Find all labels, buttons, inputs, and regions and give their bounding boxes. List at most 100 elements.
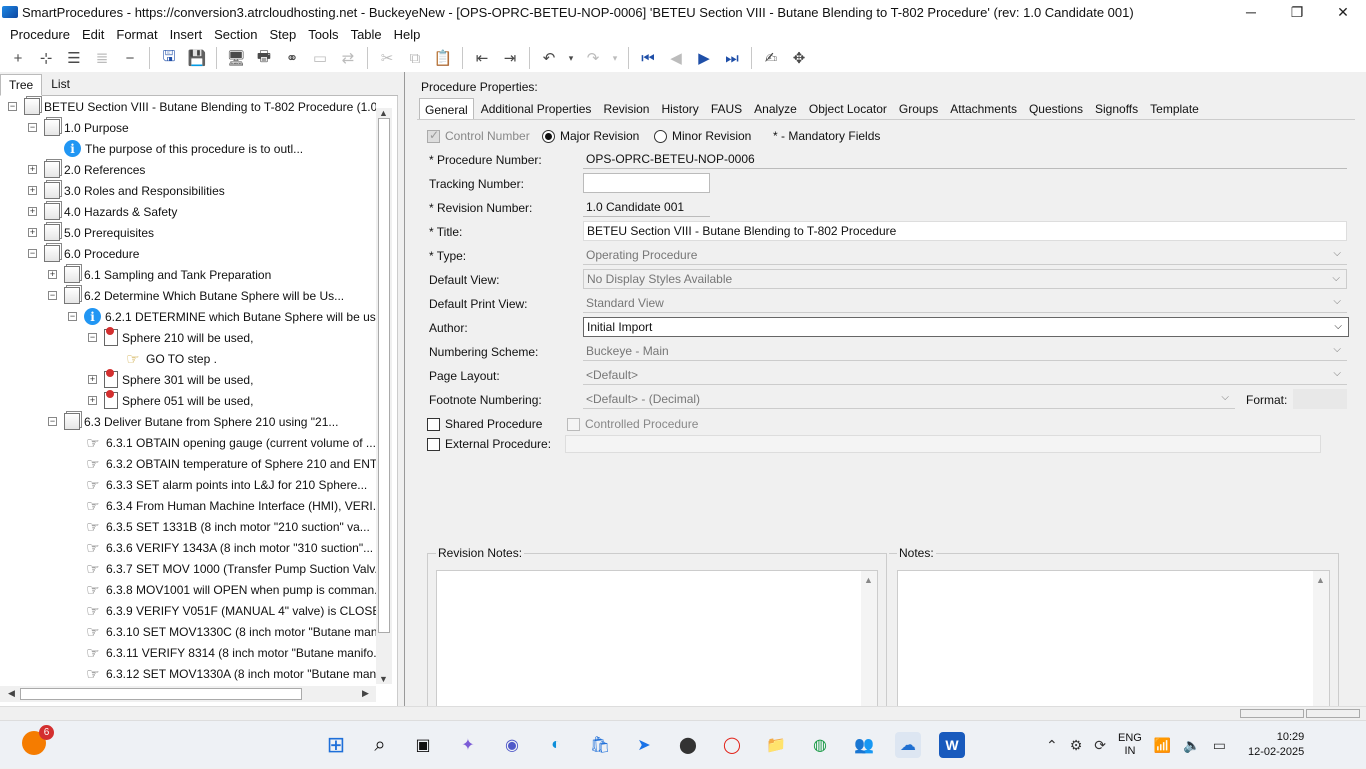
sync-icon[interactable]: ⟳	[1094, 737, 1106, 754]
tree-node[interactable]: ☞ 6.3.5 SET 1331B (8 inch motor "210 suct…	[68, 516, 370, 537]
language-indicator[interactable]: ENG IN	[1118, 732, 1142, 758]
tab-questions[interactable]: Questions	[1024, 98, 1088, 120]
next-icon[interactable]: ▶	[693, 47, 715, 69]
numbering-scheme-select[interactable]: Buckeye - Main ⌵	[583, 341, 1347, 361]
outdent-icon[interactable]: ⇤	[471, 47, 493, 69]
tree-node[interactable]: ☞ 6.3.8 MOV1001 will OPEN when pump is co…	[68, 579, 376, 600]
edge-icon[interactable]: ◐	[543, 732, 569, 758]
controlled-procedure-checkbox[interactable]	[567, 417, 580, 431]
tree-node[interactable]: ☞ 6.3.3 SET alarm points into L&J for 210…	[68, 474, 367, 495]
collapse-icon[interactable]: −	[28, 123, 37, 132]
remove-icon[interactable]: −	[119, 47, 141, 69]
procedure-number-field[interactable]: OPS-OPRC-BETEU-NOP-0006	[583, 149, 1347, 169]
form-icon[interactable]: ▭	[309, 47, 331, 69]
undo-dropdown-icon[interactable]: ▾	[566, 47, 576, 69]
list-icon[interactable]: ☰	[63, 47, 85, 69]
tree-node[interactable]: − 1.0 Purpose	[28, 117, 129, 138]
print-icon[interactable]: 🖶	[253, 47, 275, 69]
people-icon[interactable]: 👥	[851, 732, 877, 758]
restore-button[interactable]: ❐	[1274, 4, 1320, 21]
minor-revision-radio[interactable]	[654, 129, 667, 143]
copy-icon[interactable]: ⧉	[404, 47, 426, 69]
tree-node[interactable]: − BETEU Section VIII - Butane Blending to…	[8, 96, 376, 117]
collapse-icon[interactable]: −	[28, 249, 37, 258]
author-select[interactable]: Initial Import ⌵	[583, 317, 1349, 337]
type-select[interactable]: Operating Procedure ⌵	[583, 245, 1347, 265]
menu-edit[interactable]: Edit	[76, 27, 110, 42]
teams-icon[interactable]: ◉	[499, 732, 525, 758]
tab-signoffs[interactable]: Signoffs	[1090, 98, 1143, 120]
menu-help[interactable]: Help	[388, 27, 427, 42]
menu-format[interactable]: Format	[110, 27, 163, 42]
scroll-thumb[interactable]	[378, 118, 390, 633]
first-icon[interactable]: ⏮	[637, 47, 659, 69]
tree-node[interactable]: ☞ 6.3.6 VERIFY 1343A (8 inch motor "310 s…	[68, 537, 373, 558]
scroll-down-icon[interactable]: ▼	[379, 674, 388, 684]
expand-icon[interactable]: +	[28, 186, 37, 195]
scroll-left-icon[interactable]: ◀	[8, 688, 15, 699]
wifi-icon[interactable]: 📶	[1154, 737, 1171, 754]
menu-insert[interactable]: Insert	[164, 27, 209, 42]
file-explorer-icon[interactable]: 📁	[763, 732, 789, 758]
tree-node[interactable]: − i 6.2.1 DETERMINE which Butane Sphere wi…	[68, 306, 376, 327]
tab-groups[interactable]: Groups	[894, 98, 943, 120]
paste-icon[interactable]: 📋	[432, 47, 454, 69]
redo-icon[interactable]: ↷	[582, 47, 604, 69]
network-app-icon[interactable]: ⚙	[1070, 737, 1083, 754]
menu-step[interactable]: Step	[263, 27, 302, 42]
expand-icon[interactable]: +	[28, 207, 37, 216]
indent-icon[interactable]: ⇥	[499, 47, 521, 69]
tree-node[interactable]: +5.0 Prerequisites	[28, 222, 154, 243]
minimize-button[interactable]: ─	[1228, 4, 1274, 20]
tree-node[interactable]: ☞ 6.3.10 SET MOV1330C (8 inch motor "Buta…	[68, 621, 376, 642]
clock[interactable]: 10:29 12-02-2025	[1248, 730, 1304, 760]
collapse-icon[interactable]: −	[8, 102, 17, 111]
tab-tree[interactable]: Tree	[0, 74, 43, 96]
tab-template[interactable]: Template	[1145, 98, 1204, 120]
tree-node[interactable]: +6.1 Sampling and Tank Preparation	[48, 264, 271, 285]
spell-check-icon[interactable]: ✍	[760, 47, 782, 69]
transfer-icon[interactable]: ⇄	[337, 47, 359, 69]
default-view-select[interactable]: No Display Styles Available ⌵	[583, 269, 1347, 289]
add-child-icon[interactable]: ⊹	[35, 47, 57, 69]
menu-section[interactable]: Section	[208, 27, 263, 42]
tree-node[interactable]: + Sphere 051 will be used,	[88, 390, 253, 411]
list-disabled-icon[interactable]: ≣	[91, 47, 113, 69]
search-icon[interactable]: ⌕	[367, 732, 393, 758]
page-layout-select[interactable]: <Default> ⌵	[583, 365, 1347, 385]
tab-additional-properties[interactable]: Additional Properties	[476, 98, 597, 120]
volume-icon[interactable]: 🔈	[1183, 737, 1200, 754]
tree-node[interactable]: ☞ 6.3.2 OBTAIN temperature of Sphere 210 …	[68, 453, 376, 474]
tab-list[interactable]: List	[42, 73, 79, 95]
widgets-icon[interactable]: 6	[22, 725, 54, 755]
collapse-icon[interactable]: −	[48, 291, 57, 300]
tree-node[interactable]: +2.0 References	[28, 159, 145, 180]
tree-node[interactable]: − 6.3 Deliver Butane from Sphere 210 usin…	[48, 411, 338, 432]
scroll-up-icon[interactable]: ▲	[864, 575, 873, 585]
undo-icon[interactable]: ↶	[538, 47, 560, 69]
external-procedure-checkbox[interactable]	[427, 437, 440, 451]
tree-node[interactable]: − 6.0 Procedure	[28, 243, 139, 264]
tree-node[interactable]: + Sphere 301 will be used,	[88, 369, 253, 390]
tree-node[interactable]: ☞ 6.3.1 OBTAIN opening gauge (current vol…	[68, 432, 376, 453]
previous-icon[interactable]: ◀	[665, 47, 687, 69]
title-field[interactable]: BETEU Section VIII - Butane Blending to …	[583, 221, 1347, 241]
chevron-up-icon[interactable]: ⌃	[1046, 737, 1058, 754]
revision-notes-scrollbar[interactable]: ▲	[861, 571, 877, 711]
chrome-icon[interactable]: ◍	[807, 732, 833, 758]
default-print-view-select[interactable]: Standard View ⌵	[583, 293, 1347, 313]
tree-node[interactable]: ☞ 6.3.9 VERIFY V051F (MANUAL 4" valve) is…	[68, 600, 376, 621]
tree-node[interactable]: ☞ 6.3.7 SET MOV 1000 (Transfer Pump Sucti…	[68, 558, 376, 579]
tracking-number-field[interactable]	[583, 173, 710, 193]
tree-node[interactable]: ☞ GO TO step .	[108, 348, 217, 369]
revision-notes-textarea[interactable]: ▲	[436, 570, 878, 712]
shared-procedure-checkbox[interactable]	[427, 417, 440, 431]
tree-node[interactable]: i The purpose of this procedure is to out…	[48, 138, 303, 159]
scroll-up-icon[interactable]: ▲	[379, 108, 388, 118]
link-icon[interactable]: ⚭	[281, 47, 303, 69]
move-icon[interactable]: ✥	[788, 47, 810, 69]
smartprocedures-taskbar-icon[interactable]: ☁	[895, 732, 921, 758]
tab-attachments[interactable]: Attachments	[945, 98, 1022, 120]
copilot-icon[interactable]: ✦	[455, 732, 481, 758]
notes-textarea[interactable]: ▲	[897, 570, 1330, 712]
